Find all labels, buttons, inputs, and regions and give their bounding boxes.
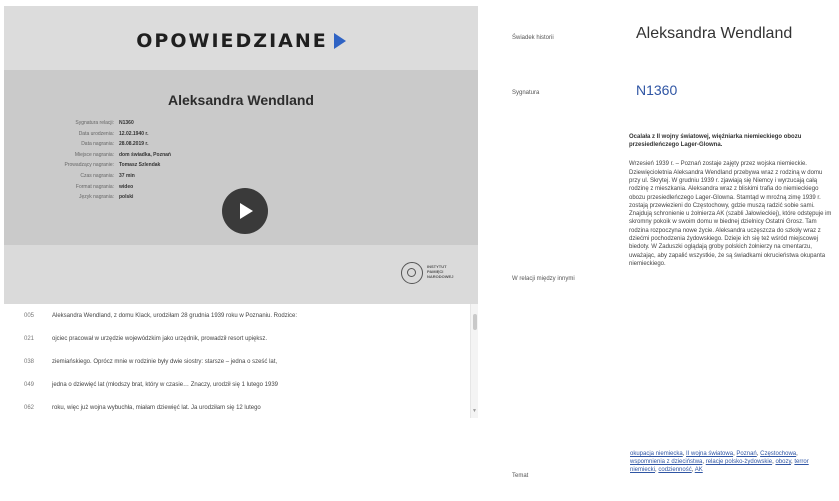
transcript-time[interactable]: 021	[24, 329, 34, 349]
topic-link[interactable]: wspomnienia z dzieciństwa	[630, 459, 702, 465]
signature-value: N1360	[636, 82, 678, 98]
scrollbar-thumb[interactable]	[473, 314, 477, 330]
meta-value: wideo	[119, 183, 134, 190]
transcript-text: roku, więc już wojna wybuchła, miałam dz…	[52, 405, 261, 411]
meta-label: Format nagrania:	[75, 183, 114, 190]
scroll-down-arrow-icon[interactable]: ▼	[472, 408, 477, 414]
transcript-time[interactable]: 062	[24, 398, 34, 418]
institution-logo: INSTYTUT PAMIĘCI NARODOWEJ	[427, 264, 471, 279]
play-button[interactable]	[222, 188, 268, 234]
topic-link[interactable]: II wojna światowa	[686, 451, 733, 457]
transcript-time[interactable]: 049	[24, 375, 34, 395]
meta-label: Data urodzenia:	[78, 130, 114, 137]
topic-link[interactable]: obozy	[775, 459, 791, 465]
transcript-row[interactable]: 049 jedna o dziewięć lat (młodszy brat, …	[4, 375, 469, 395]
transcript-text: Aleksandra Wendland, z domu Klack, urodz…	[52, 313, 298, 319]
transcript-time[interactable]: 005	[24, 306, 34, 326]
meta-row: Sygnatura relacji: N1360	[46, 118, 286, 129]
brand-text: OPOWIEDZIANE	[136, 30, 328, 52]
player-card: Aleksandra Wendland Sygnatura relacji: N1…	[4, 70, 478, 245]
brand-logo: OPOWIEDZIANE	[4, 30, 478, 52]
meta-label: Czas nagrania:	[80, 172, 114, 179]
topic-link[interactable]: relacje polsko-żydowskie	[706, 459, 772, 465]
transcript-text: ziemiańskiego. Oprócz mnie w rodzinie by…	[52, 359, 278, 365]
witness-name: Aleksandra Wendland	[636, 25, 793, 42]
meta-row: Data urodzenia: 12.02.1940 r.	[46, 129, 286, 140]
signature-label: Sygnatura	[512, 90, 540, 96]
meta-value: 28.08.2019 r.	[119, 141, 149, 148]
meta-label: Prowadzący nagranie:	[64, 162, 114, 169]
transcript-row[interactable]: 005 Aleksandra Wendland, z domu Klack, u…	[4, 306, 469, 326]
transcript-text: ojciec pracował w urzędzie wojewódzkim j…	[52, 336, 268, 342]
player-footer: INSTYTUT PAMIĘCI NARODOWEJ	[4, 245, 478, 304]
summary-label: W relacji między innymi	[512, 276, 575, 282]
meta-label: Język nagrania:	[78, 194, 114, 201]
transcript-scrollbar[interactable]: ▼	[470, 304, 478, 418]
topic-label: Temat	[512, 473, 529, 479]
witness-label: Świadek historii	[512, 35, 554, 41]
topic-link[interactable]: AK	[695, 467, 703, 473]
topic-tags: okupacja niemiecka, II wojna światowa, P…	[630, 451, 809, 473]
meta-value: 37 min	[119, 172, 135, 179]
meta-value: 12.02.1940 r.	[119, 130, 149, 137]
topic-link[interactable]: Poznań	[736, 451, 756, 457]
meta-row: Miejsce nagrania: dom świadka, Poznań	[46, 150, 286, 161]
meta-value: polski	[119, 194, 134, 201]
institution-line: NARODOWEJ	[427, 274, 454, 279]
summary-block: Ocalała z II wojny światowej, więźniarka…	[629, 133, 832, 268]
transcript-row[interactable]: 021 ojciec pracował w urzędzie wojewódzk…	[4, 329, 469, 349]
eagle-emblem-icon	[401, 262, 423, 284]
meta-row: Prowadzący nagranie: Tomasz Szlendak	[46, 160, 286, 171]
play-triangle-icon	[333, 33, 346, 49]
card-title: Aleksandra Wendland	[167, 92, 314, 108]
meta-label: Data nagrania:	[81, 141, 114, 148]
meta-value: N1360	[119, 120, 134, 126]
meta-value: dom świadka, Poznań	[119, 151, 171, 158]
summary-text: Wrzesień 1939 r. – Poznań zostaje zajęty…	[629, 161, 832, 267]
summary-heading: Ocalała z II wojny światowej, więźniarka…	[629, 134, 802, 149]
topic-link[interactable]: Częstochowa	[760, 451, 796, 457]
meta-value: Tomasz Szlendak	[119, 162, 161, 169]
transcript-row[interactable]: 062 roku, więc już wojna wybuchła, miała…	[4, 398, 469, 418]
transcript-time[interactable]: 038	[24, 352, 34, 372]
video-player[interactable]: OPOWIEDZIANE Aleksandra Wendland Sygnatu…	[4, 6, 478, 304]
meta-label: Miejsce nagrania:	[74, 151, 114, 158]
meta-row: Czas nagrania: 37 min	[46, 171, 286, 182]
meta-row: Data nagrania: 28.08.2019 r.	[46, 139, 286, 150]
transcript-row[interactable]: 038 ziemiańskiego. Oprócz mnie w rodzini…	[4, 352, 469, 372]
play-icon	[240, 203, 253, 219]
emblem-inner	[407, 268, 416, 277]
player-header: OPOWIEDZIANE	[4, 6, 478, 70]
meta-label: Sygnatura relacji:	[75, 120, 114, 126]
transcript-list[interactable]: 005 Aleksandra Wendland, z domu Klack, u…	[4, 304, 478, 418]
topic-link[interactable]: okupacja niemiecka	[630, 451, 683, 457]
topic-link[interactable]: codzienność	[658, 467, 691, 473]
transcript-text: jedna o dziewięć lat (młodszy brat, któr…	[52, 382, 278, 388]
